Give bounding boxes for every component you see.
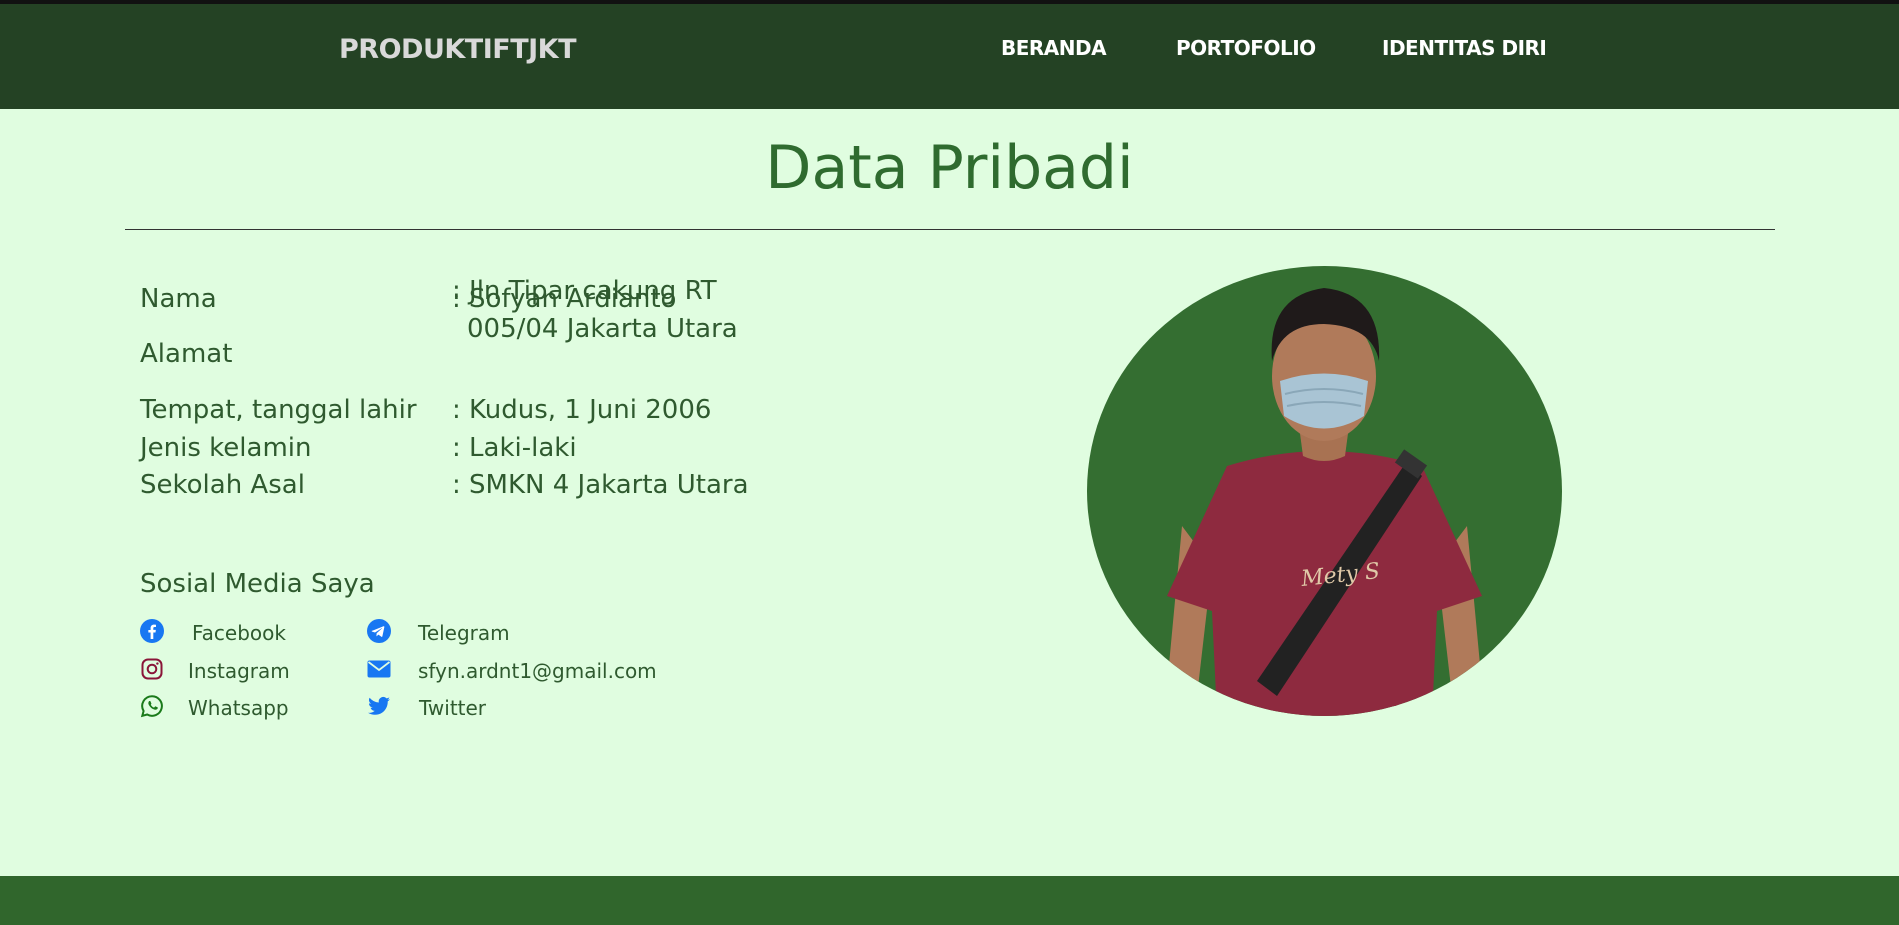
envelope-icon xyxy=(367,660,391,678)
person-illustration: Mety S xyxy=(1167,288,1482,716)
social-facebook[interactable]: Facebook xyxy=(140,619,300,645)
nav-links: BERANDA PORTOFOLIO IDENTITAS DIRI xyxy=(0,36,1899,66)
gender-value: : Laki-laki xyxy=(452,433,577,463)
twitter-icon xyxy=(368,696,390,715)
instagram-label: Instagram xyxy=(188,659,290,683)
whatsapp-label: Whatsapp xyxy=(188,696,289,720)
social-telegram[interactable]: Telegram xyxy=(367,619,527,645)
social-email[interactable]: sfyn.ardnt1@gmail.com xyxy=(367,657,667,683)
gender-label: Jenis kelamin xyxy=(140,433,312,463)
facebook-label: Facebook xyxy=(192,621,286,645)
social-twitter[interactable]: Twitter xyxy=(367,694,527,720)
twitter-label: Twitter xyxy=(419,696,487,720)
birth-label: Tempat, tanggal lahir xyxy=(140,395,417,425)
address-value-line1: : Jln Tipar cakung RT xyxy=(452,276,717,306)
nav-link-identitas-diri[interactable]: IDENTITAS DIRI xyxy=(1382,36,1547,60)
telegram-label: Telegram xyxy=(418,621,510,645)
instagram-icon xyxy=(141,658,163,680)
nav-link-portofolio[interactable]: PORTOFOLIO xyxy=(1176,36,1316,60)
birth-value: : Kudus, 1 Juni 2006 xyxy=(452,395,712,425)
name-label: Nama xyxy=(140,284,217,314)
footer xyxy=(0,876,1899,925)
telegram-icon xyxy=(367,619,391,643)
email-label: sfyn.ardnt1@gmail.com xyxy=(418,659,657,683)
nav-link-beranda[interactable]: BERANDA xyxy=(1001,36,1107,60)
address-value-line2: 005/04 Jakarta Utara xyxy=(467,314,738,344)
page-title: Data Pribadi xyxy=(765,133,1134,203)
title-divider xyxy=(125,229,1775,230)
school-value: : SMKN 4 Jakarta Utara xyxy=(452,470,749,500)
profile-photo: Mety S xyxy=(1087,266,1562,716)
social-whatsapp[interactable]: Whatsapp xyxy=(140,694,300,720)
social-media-title: Sosial Media Saya xyxy=(140,569,375,599)
facebook-icon xyxy=(140,619,164,643)
whatsapp-icon xyxy=(140,695,163,718)
school-label: Sekolah Asal xyxy=(140,470,305,500)
navbar: PRODUKTIFTJKT BERANDA PORTOFOLIO IDENTIT… xyxy=(0,4,1899,109)
address-label: Alamat xyxy=(140,339,233,369)
social-instagram[interactable]: Instagram xyxy=(140,657,300,683)
